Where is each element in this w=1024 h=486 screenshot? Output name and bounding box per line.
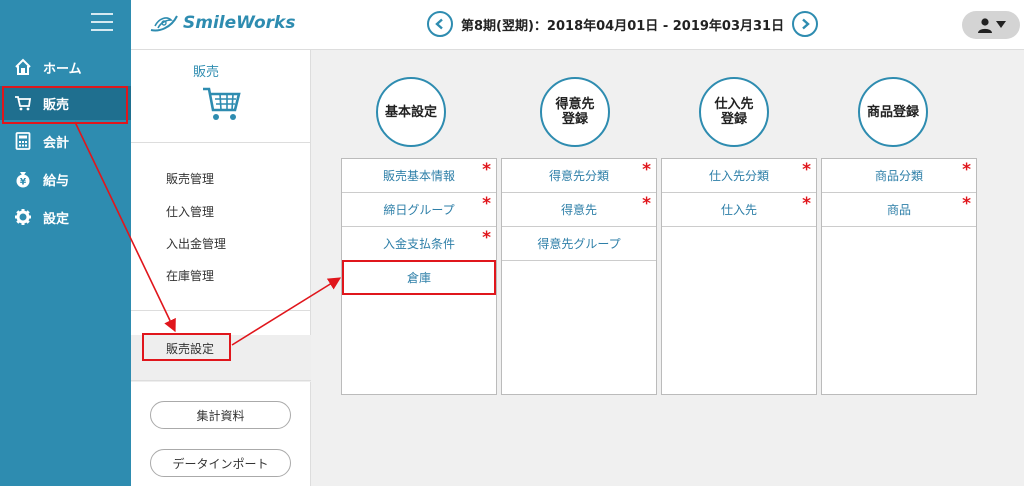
period-selector: 第8期(翌期)：2018年04月01日 - 2019年03月31日 <box>427 11 819 37</box>
required-mark: * <box>802 194 811 214</box>
caret-down-icon <box>995 21 1006 28</box>
list-item[interactable]: 締日グループ * <box>342 193 496 227</box>
nav-label-settings: 設定 <box>43 211 70 227</box>
highlight-box-sales-settings <box>142 333 231 361</box>
chevron-left-icon <box>435 18 443 30</box>
nav-item-settings[interactable]: 設定 <box>0 200 131 234</box>
sub-link-inventory-management[interactable]: 在庫管理 <box>166 267 214 284</box>
summary-report-button[interactable]: 集計資料 <box>150 401 291 429</box>
list-item[interactable]: 得意先 * <box>502 193 656 227</box>
nav-item-home[interactable]: ホーム <box>0 50 131 84</box>
required-mark: * <box>482 228 491 248</box>
gear-icon <box>13 207 33 227</box>
sub-link-purchase-management[interactable]: 仕入管理 <box>166 203 214 220</box>
nav-item-payroll[interactable]: ¥ 給与 <box>0 162 131 196</box>
cart-large-icon <box>202 86 242 126</box>
required-mark: * <box>642 194 651 214</box>
sub-link-payment-management[interactable]: 入出金管理 <box>166 235 226 252</box>
list-item[interactable]: 入金支払条件 * <box>342 227 496 261</box>
list-item[interactable]: 仕入先分類 * <box>662 159 816 193</box>
required-mark: * <box>482 194 491 214</box>
money-bag-icon: ¥ <box>13 169 33 189</box>
section-basic-settings: 基本設定 <box>376 77 446 147</box>
nav-label-home: ホーム <box>43 61 82 77</box>
column-supplier-registration: 仕入先分類 * 仕入先 * <box>661 158 817 395</box>
section-product-registration: 商品登録 <box>858 77 928 147</box>
left-nav: ホーム 販売 会計 ¥ 給与 設定 <box>0 0 131 486</box>
hamburger-menu-icon[interactable] <box>91 13 113 31</box>
subpanel-title: 販売 <box>192 65 219 80</box>
nav-label-payroll: 給与 <box>43 173 70 189</box>
smileworks-logo-icon <box>150 15 178 32</box>
subpanel-divider <box>131 310 311 311</box>
app-logo[interactable]: SmileWorks <box>149 12 295 34</box>
home-icon <box>13 57 33 77</box>
chevron-right-icon <box>802 18 810 30</box>
nav-item-accounting[interactable]: 会計 <box>0 124 131 158</box>
subpanel-divider <box>131 142 311 143</box>
subpanel-divider <box>131 380 311 381</box>
user-icon <box>977 18 992 33</box>
top-header: SmileWorks 第8期(翌期)：2018年04月01日 - 2019年03… <box>131 0 1024 50</box>
prev-period-button[interactable] <box>427 11 453 37</box>
column-customer-registration: 得意先分類 * 得意先 * 得意先グループ <box>501 158 657 395</box>
user-menu-button[interactable] <box>962 11 1020 39</box>
nav-label-accounting: 会計 <box>43 135 70 151</box>
required-mark: * <box>642 160 651 180</box>
list-item[interactable]: 商品 * <box>822 193 976 227</box>
svg-text:¥: ¥ <box>20 178 27 188</box>
highlight-box-sales-nav <box>2 86 128 124</box>
logo-text: SmileWorks <box>183 13 296 33</box>
list-item[interactable]: 得意先グループ <box>502 227 656 261</box>
list-item[interactable]: 仕入先 * <box>662 193 816 227</box>
column-product-registration: 商品分類 * 商品 * <box>821 158 977 395</box>
list-item[interactable]: 商品分類 * <box>822 159 976 193</box>
required-mark: * <box>962 194 971 214</box>
required-mark: * <box>802 160 811 180</box>
calculator-icon <box>13 131 33 151</box>
data-import-button[interactable]: データインポート <box>150 449 291 477</box>
sales-subpanel: 販売 販売管理 仕入管理 入出金管理 在庫管理 販売設定 集計資料 データインポ… <box>131 50 311 486</box>
required-mark: * <box>482 160 491 180</box>
period-text: 第8期(翌期)：2018年04月01日 - 2019年03月31日 <box>461 18 785 34</box>
sub-link-sales-management[interactable]: 販売管理 <box>166 170 214 187</box>
list-item[interactable]: 販売基本情報 * <box>342 159 496 193</box>
required-mark: * <box>962 160 971 180</box>
list-item[interactable]: 得意先分類 * <box>502 159 656 193</box>
section-customer-registration: 得意先 登録 <box>540 77 610 147</box>
next-period-button[interactable] <box>792 11 819 37</box>
highlight-box-warehouse <box>342 260 496 295</box>
section-supplier-registration: 仕入先 登録 <box>699 77 769 147</box>
